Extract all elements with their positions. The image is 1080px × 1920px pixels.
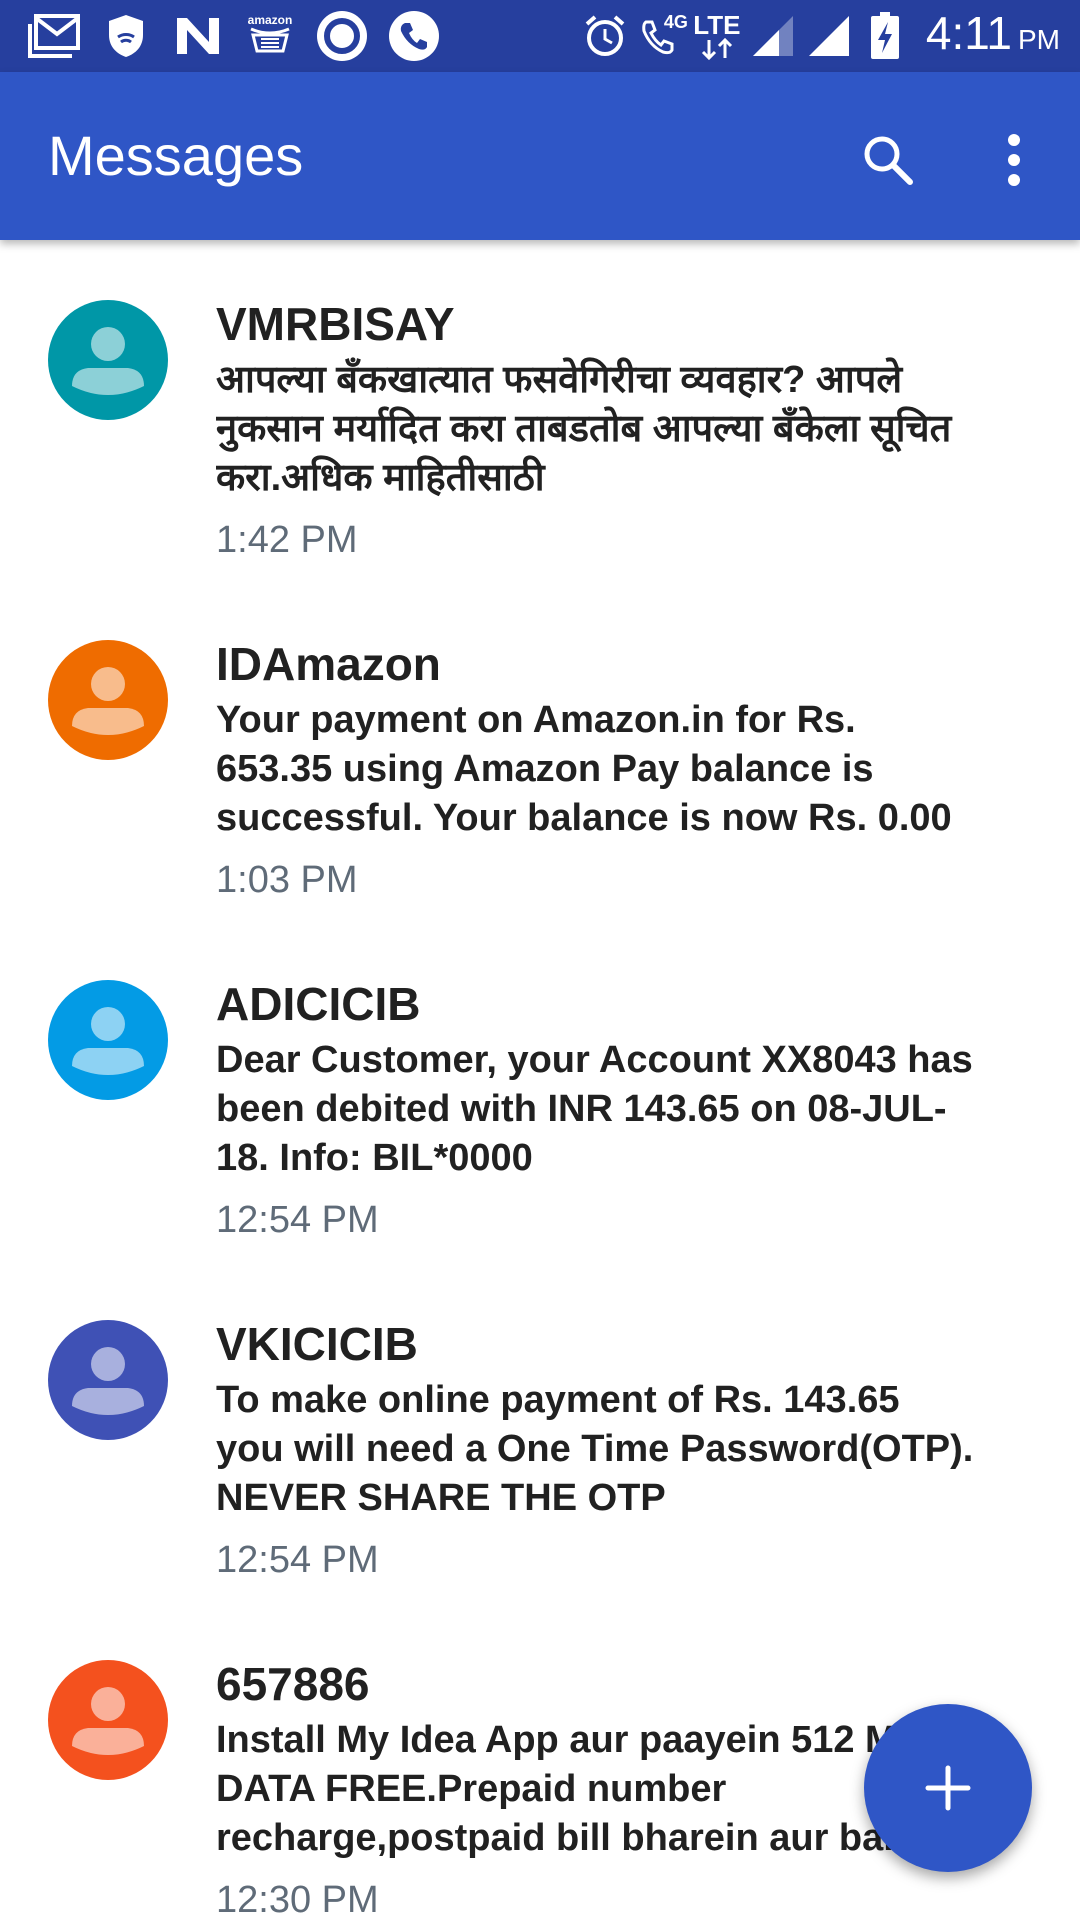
conversation-item[interactable]: VKICICIB To make online payment of Rs. 1… xyxy=(0,1260,1080,1600)
conversation-item[interactable]: ADICICIB Dear Customer, your Account XX8… xyxy=(0,920,1080,1260)
clock-ampm: PM xyxy=(1018,23,1060,55)
avatar xyxy=(48,1660,168,1780)
conversation-item[interactable]: IDAmazon Your payment on Amazon.in for R… xyxy=(0,580,1080,920)
message-time: 12:54 PM xyxy=(216,1199,379,1241)
person-icon xyxy=(72,667,144,735)
plus-icon xyxy=(925,1765,971,1811)
conversation-list: VMRBISAY आपल्या बँकखात्यात फसवेगिरीचा व्… xyxy=(0,240,1080,1920)
message-snippet: To make online payment of Rs. 143.65 you… xyxy=(216,1379,974,1519)
gmail-icon xyxy=(24,8,84,64)
message-snippet: Install My Idea App aur paayein 512 MB D… xyxy=(216,1719,943,1859)
signal-icon xyxy=(806,8,852,64)
person-icon xyxy=(72,1687,144,1755)
messages-screen: amazon 4G LTE 4:11 PM Messages VMRBISAY … xyxy=(0,0,1080,1920)
person-icon xyxy=(72,1007,144,1075)
notification-icons: amazon xyxy=(24,8,456,64)
app-bar: Messages xyxy=(0,72,1080,240)
page-title: Messages xyxy=(48,124,304,187)
volte-call-icon: 4G xyxy=(638,8,688,64)
amazon-icon: amazon xyxy=(240,8,300,64)
clock-time: 4:11 xyxy=(925,6,1012,59)
person-icon xyxy=(72,327,144,395)
message-time: 1:42 PM xyxy=(216,519,358,561)
phone-app-icon xyxy=(384,8,444,64)
new-conversation-button[interactable] xyxy=(864,1704,1032,1872)
conversation-item[interactable]: VMRBISAY आपल्या बँकखात्यात फसवेगिरीचा व्… xyxy=(0,240,1080,580)
amazon-label: amazon xyxy=(247,12,293,27)
message-snippet: आपल्या बँकखात्यात फसवेगिरीचा व्यवहार? आप… xyxy=(216,359,952,499)
message-time: 12:30 PM xyxy=(216,1879,379,1920)
sender-name: ADICICIB xyxy=(216,978,421,1030)
signal-icon xyxy=(750,8,796,64)
status-clock: 4:11 PM xyxy=(926,5,1060,68)
search-icon xyxy=(864,136,913,185)
message-snippet: Dear Customer, your Account XX8043 has b… xyxy=(216,1039,973,1179)
battery-charging-icon xyxy=(862,8,908,64)
sender-name: IDAmazon xyxy=(216,638,441,690)
avatar xyxy=(48,1320,168,1440)
system-icons: 4G LTE 4:11 PM xyxy=(572,7,1060,64)
message-snippet: Your payment on Amazon.in for Rs. 653.35… xyxy=(216,699,952,839)
status-bar: amazon 4G LTE 4:11 PM xyxy=(0,0,1080,72)
avatar xyxy=(48,300,168,420)
search-button[interactable] xyxy=(852,124,924,196)
message-time: 1:03 PM xyxy=(216,859,358,901)
sender-name: VMRBISAY xyxy=(216,298,455,350)
shield-icon xyxy=(96,8,156,64)
more-options-button[interactable] xyxy=(978,124,1050,196)
circle-app-icon xyxy=(312,8,372,64)
sender-name: VKICICIB xyxy=(216,1318,418,1370)
more-vert-icon xyxy=(1008,134,1020,186)
avatar xyxy=(48,980,168,1100)
message-time: 12:54 PM xyxy=(216,1539,379,1581)
sender-name: 657886 xyxy=(216,1658,370,1710)
avatar xyxy=(48,640,168,760)
alarm-icon xyxy=(582,8,628,64)
person-icon xyxy=(72,1347,144,1415)
network-type-label: 4G xyxy=(663,12,688,32)
n-icon xyxy=(168,8,228,64)
lte-label: LTE xyxy=(693,10,741,40)
lte-icon: LTE xyxy=(693,8,741,64)
